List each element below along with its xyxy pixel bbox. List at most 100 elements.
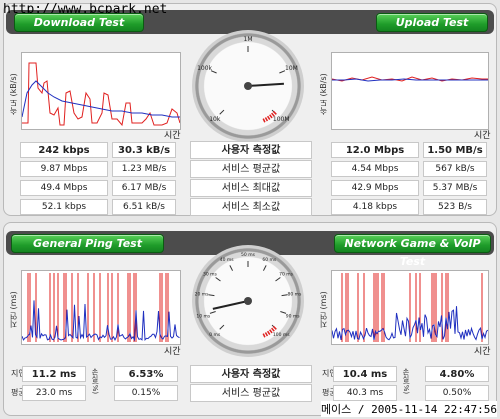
download-stat-0-1: 30.3 kB/s [112, 142, 176, 158]
speed-gauge-tick-label-3: 10M [285, 65, 298, 72]
game-chart [331, 270, 489, 345]
game-stat-1-1: 0.50% [425, 385, 489, 401]
download-y-label: 속도 (kB/s) [9, 73, 18, 115]
upload-stat-1-1: 567 kB/s [423, 161, 487, 177]
download-series-blue [21, 80, 180, 118]
game-stat-0-0: 10.4 ms [333, 366, 397, 382]
center-top-label-3: 서비스 최소값 [190, 198, 312, 216]
download-series-red [22, 62, 181, 127]
speed-gauge-red-mark-4 [264, 117, 269, 122]
speed-gauge-hub [244, 82, 252, 90]
upload-stat-0-1: 1.50 MB/s [423, 142, 487, 158]
upload-chart-svg [331, 76, 488, 82]
ping-gauge-tick-label-5: 50 ms [241, 252, 256, 258]
ping-gauge-red-mark-3 [266, 330, 271, 335]
speed-gauge-red-mark-0 [272, 110, 277, 115]
download-stat-1-1: 1.23 MB/s [112, 161, 176, 177]
ping-gauge-hub [244, 297, 252, 305]
ping-stat-1-1: 0.15% [114, 385, 178, 401]
game-stat-0-1: 4.80% [425, 366, 489, 382]
ping-gauge-tick-1 [209, 311, 216, 314]
upload-test-label: Upload Test [395, 16, 469, 29]
game-stat-1-0: 40.3 ms [333, 385, 397, 401]
upload-test-button[interactable]: Upload Test [376, 13, 488, 32]
ping-gauge-tick-label-9: 90 ms [286, 314, 301, 320]
ping-gauge-tick-label-8: 80 ms [287, 292, 302, 298]
speed-gauge-tick-label-2: 1M [244, 36, 253, 43]
speed-gauge-red-mark-2 [269, 114, 273, 119]
speed-gauge-tick-label-4: 100M [273, 116, 290, 123]
download-stat-1-0: 9.87 Mbps [20, 161, 108, 177]
ping-gauge-red-mark-1 [271, 327, 275, 332]
ping-gauge-tick-4 [229, 265, 234, 271]
ping-stat-0-0: 11.2 ms [22, 366, 86, 382]
download-x-label: 시간 [164, 131, 181, 141]
ping-gauge-tick-label-3: 30 ms [203, 271, 218, 277]
ping-gauge-tick-label-10: 100 ms [273, 332, 290, 338]
ping-gauge-tick-label-7: 70 ms [279, 271, 294, 277]
ping-stat-1-0: 23.0 ms [22, 385, 86, 401]
game-y-label: 지연 (ms) [319, 291, 328, 328]
speed-gauge-svg: 10k 100k 1M 10M 100M [197, 36, 298, 123]
speed-gauge-tick-0 [219, 109, 225, 115]
ping-gauge-tick-2 [208, 294, 215, 297]
speed-gauge-red-mark-5 [262, 118, 266, 123]
download-test-label: Download Test [33, 16, 125, 29]
download-stat-3-0: 52.1 kbps [20, 199, 108, 215]
ping-gauge-tick-label-0: 0 ms [209, 332, 221, 338]
ping-gauge-needle [212, 300, 249, 310]
speed-gauge-ticks: 10k 100k 1M 10M 100M [197, 36, 298, 123]
ping-gauge-tick-9 [280, 311, 287, 314]
ping-chart-svg [21, 273, 180, 342]
ping-gauge-tick-label-1: 10 ms [196, 314, 211, 320]
download-test-button[interactable]: Download Test [14, 13, 144, 32]
upload-stat-3-0: 4.18 kbps [331, 199, 419, 215]
ping-gauge-red-mark-5 [262, 333, 266, 338]
upload-stat-2-0: 42.9 Mbps [331, 180, 419, 196]
ping-y-label: 지연 (ms) [9, 291, 18, 328]
ping-gauge-svg: 0 ms 10 ms 20 ms 30 ms 40 ms 50 ms 60 ms 70 ms 8… [195, 252, 302, 338]
upload-stat-1-0: 4.54 Mbps [331, 161, 419, 177]
center-top-label-2: 서비스 최대값 [190, 179, 312, 197]
download-stat-2-0: 49.4 Mbps [20, 180, 108, 196]
ping-gauge-tick-label-6: 60 ms [262, 257, 277, 263]
ping-gauge-tick-0 [219, 324, 225, 330]
ping-gauge-red-mark-2 [269, 329, 273, 334]
ping-gauge-red-mark-0 [272, 325, 277, 330]
ping-gauge: 0 ms 10 ms 20 ms 30 ms 40 ms 50 ms 60 ms 70 ms 8… [192, 245, 304, 357]
ping-chart [21, 270, 181, 345]
footer-stamp: 메이스 / 2005-11-14 22:47:56 [320, 401, 497, 417]
center-top-label-1: 서비스 평균값 [190, 160, 312, 178]
upload-stat-0-0: 12.0 Mbps [331, 142, 419, 158]
ping-chart-blue-series [21, 300, 180, 342]
ping-gauge-red-mark-4 [264, 332, 269, 337]
ping-gauge-ticks: 0 ms 10 ms 20 ms 30 ms 40 ms 50 ms 60 ms 70 ms 8… [195, 252, 302, 338]
ping-stat-0-1: 6.53% [114, 366, 178, 382]
ping-gauge-tick-3 [215, 277, 221, 282]
ping-gauge-tick-7 [275, 277, 281, 282]
download-chart [21, 52, 181, 130]
download-stat-3-1: 6.51 kB/s [112, 199, 176, 215]
ping-gauge-tick-6 [262, 265, 267, 271]
download-chart-svg [21, 62, 181, 127]
speed-gauge-tick-label-0: 10k [209, 116, 221, 123]
center-bottom-label-1: 서비스 평균값 [190, 384, 312, 402]
center-top-label-0: 사용자 측정값 [190, 141, 312, 159]
game-x-label: 시간 [474, 347, 491, 357]
center-bottom-label-0: 사용자 측정값 [190, 365, 312, 383]
game-chart-svg [331, 273, 489, 342]
upload-y-label: 속도 (kB/s) [319, 73, 328, 115]
speed-gauge: 10k 100k 1M 10M 100M [192, 30, 304, 142]
download-stat-0-0: 242 kbps [20, 142, 108, 158]
general-ping-test-button[interactable]: General Ping Test [11, 234, 164, 253]
speed-gauge-needle [247, 82, 284, 87]
general-ping-test-label: General Ping Test [33, 237, 142, 250]
speed-gauge-red-mark-3 [266, 115, 271, 120]
upload-x-label: 시간 [474, 131, 491, 141]
game-loss-label: 손실(%) [402, 368, 410, 395]
upload-stat-2-1: 5.37 MB/s [423, 180, 487, 196]
ping-gauge-tick-label-2: 20 ms [195, 292, 210, 298]
network-game-voip-test-button[interactable]: Network Game & VoIP Test [334, 234, 491, 268]
upload-chart [331, 52, 489, 130]
speed-gauge-tick-label-1: 100k [197, 65, 212, 72]
